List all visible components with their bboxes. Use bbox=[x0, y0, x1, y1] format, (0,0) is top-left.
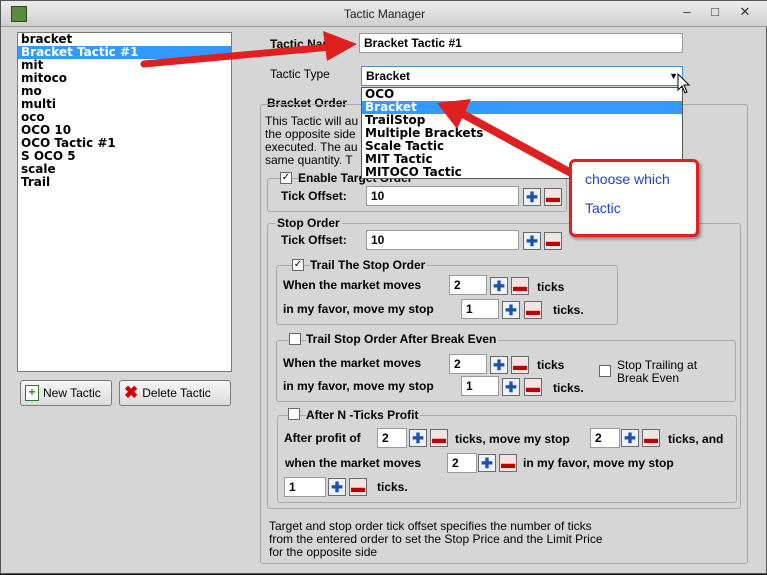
annotation-arrows bbox=[140, 31, 575, 177]
arrow-to-bracket-option-icon bbox=[437, 99, 575, 177]
arrow-to-name-icon bbox=[140, 31, 357, 68]
callout-text: Tactic bbox=[585, 200, 621, 216]
tactic-manager-window: Tactic Manager – □ ✕ bracket Bracket Tac… bbox=[0, 0, 767, 574]
callout-box: choose which Tactic bbox=[569, 159, 699, 237]
callout-text: choose which bbox=[585, 171, 670, 187]
